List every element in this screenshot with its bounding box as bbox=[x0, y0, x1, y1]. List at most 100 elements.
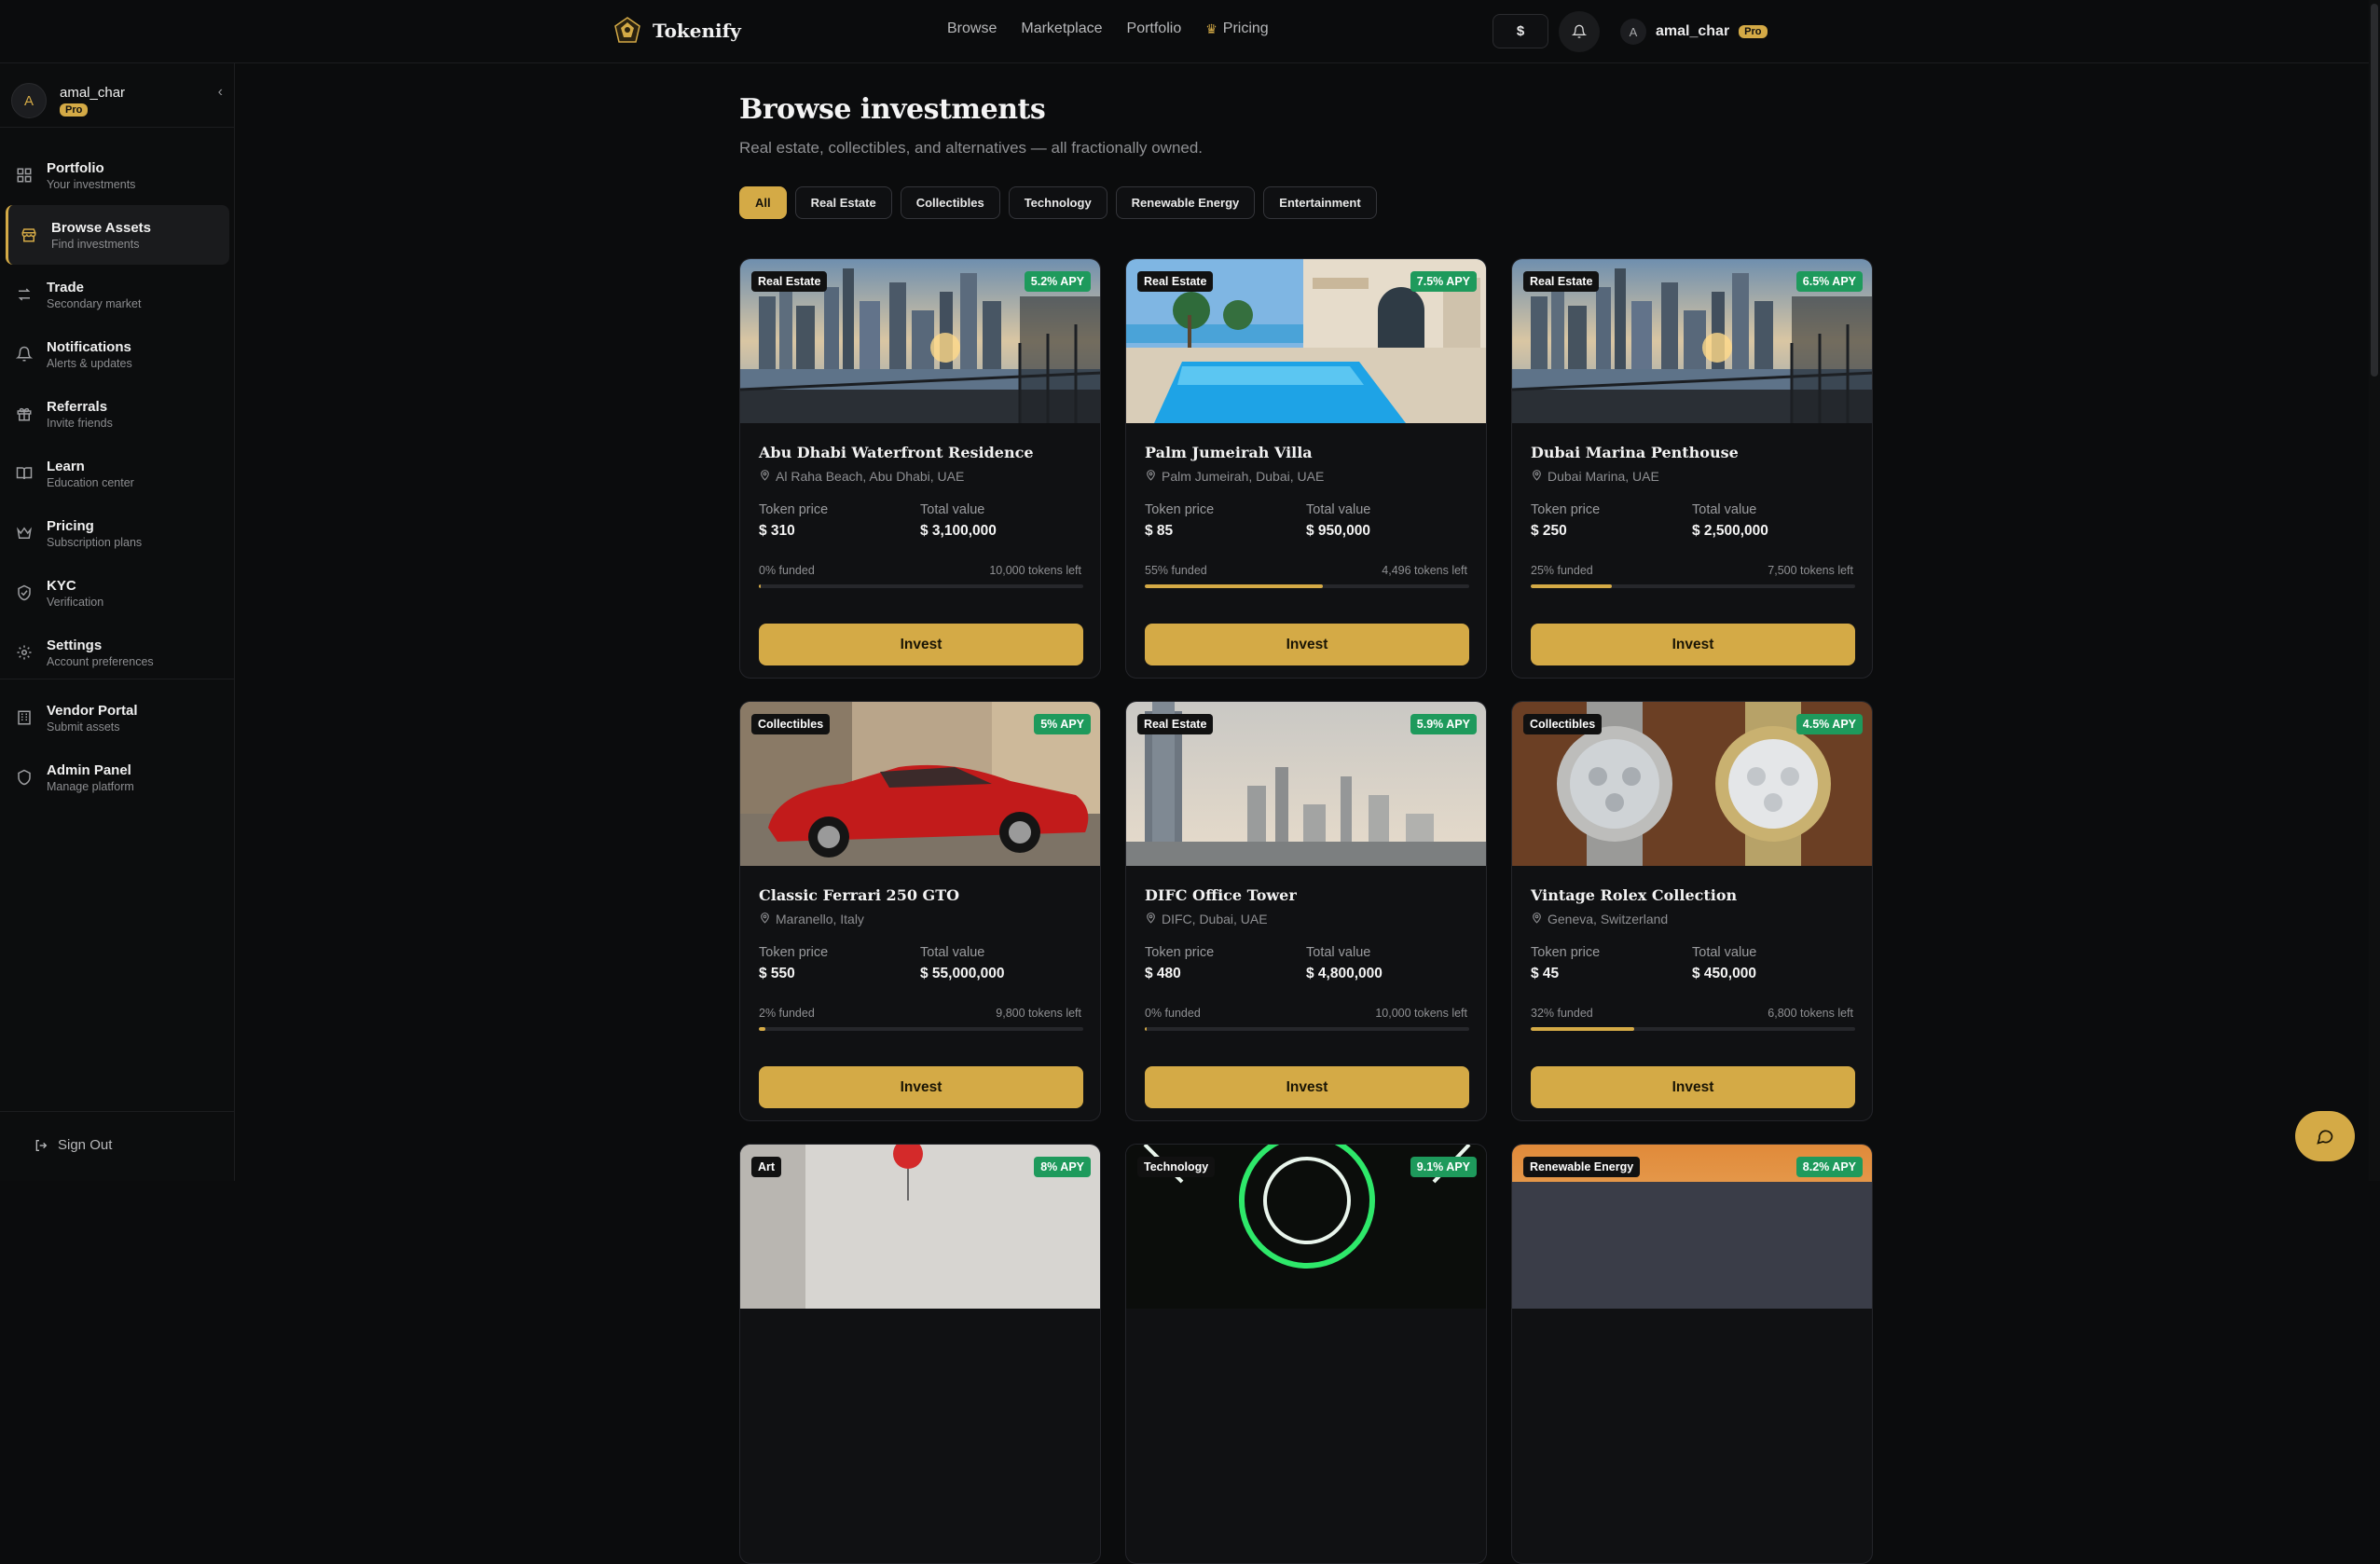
total-value-label: Total value bbox=[1306, 502, 1371, 517]
currency-button[interactable]: $ bbox=[1493, 14, 1548, 48]
tokens-left-text: 10,000 tokens left bbox=[989, 564, 1081, 577]
funding-progress-fill bbox=[1145, 1027, 1148, 1031]
sidebar: A amal_char Pro ‹ Portfolio Your investme… bbox=[0, 63, 235, 1181]
nav-pricing[interactable]: ♛ Pricing bbox=[1205, 21, 1268, 37]
asset-card[interactable]: Collectibles 5% APY Classic Ferrari 250 … bbox=[739, 701, 1101, 1121]
filter-real-estate[interactable]: Real Estate bbox=[794, 186, 892, 219]
chat-button[interactable] bbox=[2295, 1111, 2355, 1161]
plan-badge: Pro bbox=[60, 103, 89, 117]
sidebar-nav: Portfolio Your investments Browse Assets F… bbox=[0, 145, 235, 682]
page-header: Browse investments Real estate, collecti… bbox=[739, 93, 1203, 158]
apy-badge: 4.5% APY bbox=[1795, 714, 1863, 734]
funded-text: 25% funded bbox=[1531, 564, 1593, 577]
sidebar-item-pricing[interactable]: Pricing Subscription plans bbox=[0, 503, 235, 563]
apy-badge: 9.1% APY bbox=[1410, 1157, 1477, 1177]
nav-browse[interactable]: Browse bbox=[947, 21, 997, 37]
filter-collectibles[interactable]: Collectibles bbox=[900, 186, 1000, 219]
sign-out-button[interactable]: Sign Out bbox=[34, 1137, 112, 1153]
asset-card[interactable]: Real Estate 5.9% APY DIFC Office Tower D… bbox=[1125, 701, 1487, 1121]
invest-button[interactable]: Invest bbox=[1531, 1066, 1855, 1108]
asset-card[interactable]: Renewable Energy 8.2% APY bbox=[1511, 1144, 1873, 1564]
sidebar-item-portfolio[interactable]: Portfolio Your investments bbox=[0, 145, 235, 205]
total-value-value: $ 950,000 bbox=[1306, 523, 1370, 539]
divider bbox=[0, 127, 235, 128]
token-price-value: $ 250 bbox=[1531, 523, 1567, 539]
sidebar-item-label: Pricing bbox=[47, 517, 94, 534]
tokens-left-text: 9,800 tokens left bbox=[996, 1007, 1081, 1020]
top-bar: Tokenify Browse Marketplace Portfolio ♛ P… bbox=[0, 0, 2380, 63]
asset-card[interactable]: Art 8% APY bbox=[739, 1144, 1101, 1564]
sidebar-nav-admin: Vendor Portal Submit assets Admin Panel Ma… bbox=[0, 688, 235, 807]
asset-location-text: Dubai Marina, UAE bbox=[1548, 469, 1659, 484]
asset-location: DIFC, Dubai, UAE bbox=[1145, 912, 1467, 926]
funding-progress-bar bbox=[1531, 1027, 1855, 1031]
sidebar-item-notifications[interactable]: Notifications Alerts & updates bbox=[0, 324, 235, 384]
asset-card[interactable]: Technology 9.1% APY bbox=[1125, 1144, 1487, 1564]
store-icon bbox=[20, 226, 38, 244]
invest-button[interactable]: Invest bbox=[1145, 624, 1469, 665]
invest-button[interactable]: Invest bbox=[759, 1066, 1083, 1108]
filter-all[interactable]: All bbox=[739, 186, 787, 219]
invest-button[interactable]: Invest bbox=[1531, 624, 1855, 665]
sidebar-item-kyc[interactable]: KYC Verification bbox=[0, 563, 235, 623]
total-value-label: Total value bbox=[1306, 945, 1371, 960]
invest-button[interactable]: Invest bbox=[759, 624, 1083, 665]
scrollbar-thumb[interactable] bbox=[2371, 4, 2378, 377]
shield-icon bbox=[15, 768, 34, 787]
sidebar-item-settings[interactable]: Settings Account preferences bbox=[0, 623, 235, 682]
token-price-value: $ 480 bbox=[1145, 966, 1181, 981]
nav-portfolio[interactable]: Portfolio bbox=[1127, 21, 1182, 37]
sidebar-item-sub: Verification bbox=[47, 595, 104, 609]
category-tag: Technology bbox=[1137, 1157, 1216, 1177]
user-menu[interactable]: A amal_char Pro bbox=[1620, 19, 1768, 45]
divider bbox=[0, 1111, 235, 1112]
top-nav: Browse Marketplace Portfolio ♛ Pricing bbox=[947, 21, 1269, 37]
sidebar-item-trade[interactable]: Trade Secondary market bbox=[0, 265, 235, 324]
asset-card[interactable]: Real Estate 7.5% APY Palm Jumeirah Villa… bbox=[1125, 258, 1487, 679]
asset-title: Dubai Marina Penthouse bbox=[1531, 444, 1739, 461]
chevron-left-icon: ‹ bbox=[217, 84, 223, 100]
apy-badge: 6.5% APY bbox=[1795, 271, 1863, 292]
sidebar-item-admin-panel[interactable]: Admin Panel Manage platform bbox=[0, 748, 235, 807]
sidebar-item-referrals[interactable]: Referrals Invite friends bbox=[0, 384, 235, 444]
map-pin-icon bbox=[1145, 912, 1157, 926]
total-value-label: Total value bbox=[1692, 502, 1757, 517]
sidebar-item-sub: Manage platform bbox=[47, 779, 134, 793]
token-price-label: Token price bbox=[1145, 945, 1215, 960]
map-pin-icon bbox=[1145, 469, 1157, 484]
sidebar-item-label: Portfolio bbox=[47, 159, 104, 176]
sign-out-label: Sign Out bbox=[58, 1137, 113, 1153]
asset-location-text: Al Raha Beach, Abu Dhabi, UAE bbox=[776, 469, 965, 484]
category-tag: Real Estate bbox=[751, 271, 828, 292]
nav-marketplace[interactable]: Marketplace bbox=[1021, 21, 1102, 37]
total-value-value: $ 450,000 bbox=[1692, 966, 1756, 981]
sidebar-item-sub: Find investments bbox=[51, 237, 140, 251]
crown-icon bbox=[15, 524, 34, 542]
funding-progress-fill bbox=[1531, 1027, 1635, 1031]
bell-icon bbox=[1572, 24, 1587, 38]
sidebar-item-learn[interactable]: Learn Education center bbox=[0, 444, 235, 503]
token-price-value: $ 550 bbox=[759, 966, 795, 981]
notifications-button[interactable] bbox=[1559, 11, 1600, 52]
logout-icon bbox=[35, 1139, 48, 1151]
filter-entertainment[interactable]: Entertainment bbox=[1263, 186, 1377, 219]
sidebar-item-browse-assets[interactable]: Browse Assets Find investments bbox=[6, 205, 229, 265]
avatar: A bbox=[1620, 19, 1646, 45]
asset-image: Renewable Energy 8.2% APY bbox=[1512, 1145, 1872, 1309]
filter-technology[interactable]: Technology bbox=[1008, 186, 1107, 219]
collapse-sidebar-button[interactable]: ‹ bbox=[218, 84, 223, 101]
sidebar-item-vendor-portal[interactable]: Vendor Portal Submit assets bbox=[0, 688, 235, 748]
sidebar-item-label: Admin Panel bbox=[47, 761, 131, 778]
asset-card[interactable]: Real Estate 5.2% APY Abu Dhabi Waterfron… bbox=[739, 258, 1101, 679]
sidebar-item-label: Trade bbox=[47, 279, 85, 295]
page-scrollbar[interactable] bbox=[2369, 0, 2380, 1181]
brand-logo[interactable]: Tokenify bbox=[612, 15, 741, 47]
funded-text: 32% funded bbox=[1531, 1007, 1593, 1020]
total-value-value: $ 4,800,000 bbox=[1306, 966, 1383, 981]
asset-card[interactable]: Real Estate 6.5% APY Dubai Marina Pentho… bbox=[1511, 258, 1873, 679]
funding-progress-fill bbox=[1145, 584, 1324, 588]
invest-button[interactable]: Invest bbox=[1145, 1066, 1469, 1108]
filter-renewable-energy[interactable]: Renewable Energy bbox=[1115, 186, 1256, 219]
asset-card[interactable]: Collectibles 4.5% APY Vintage Rolex Coll… bbox=[1511, 701, 1873, 1121]
category-tag: Art bbox=[751, 1157, 782, 1177]
